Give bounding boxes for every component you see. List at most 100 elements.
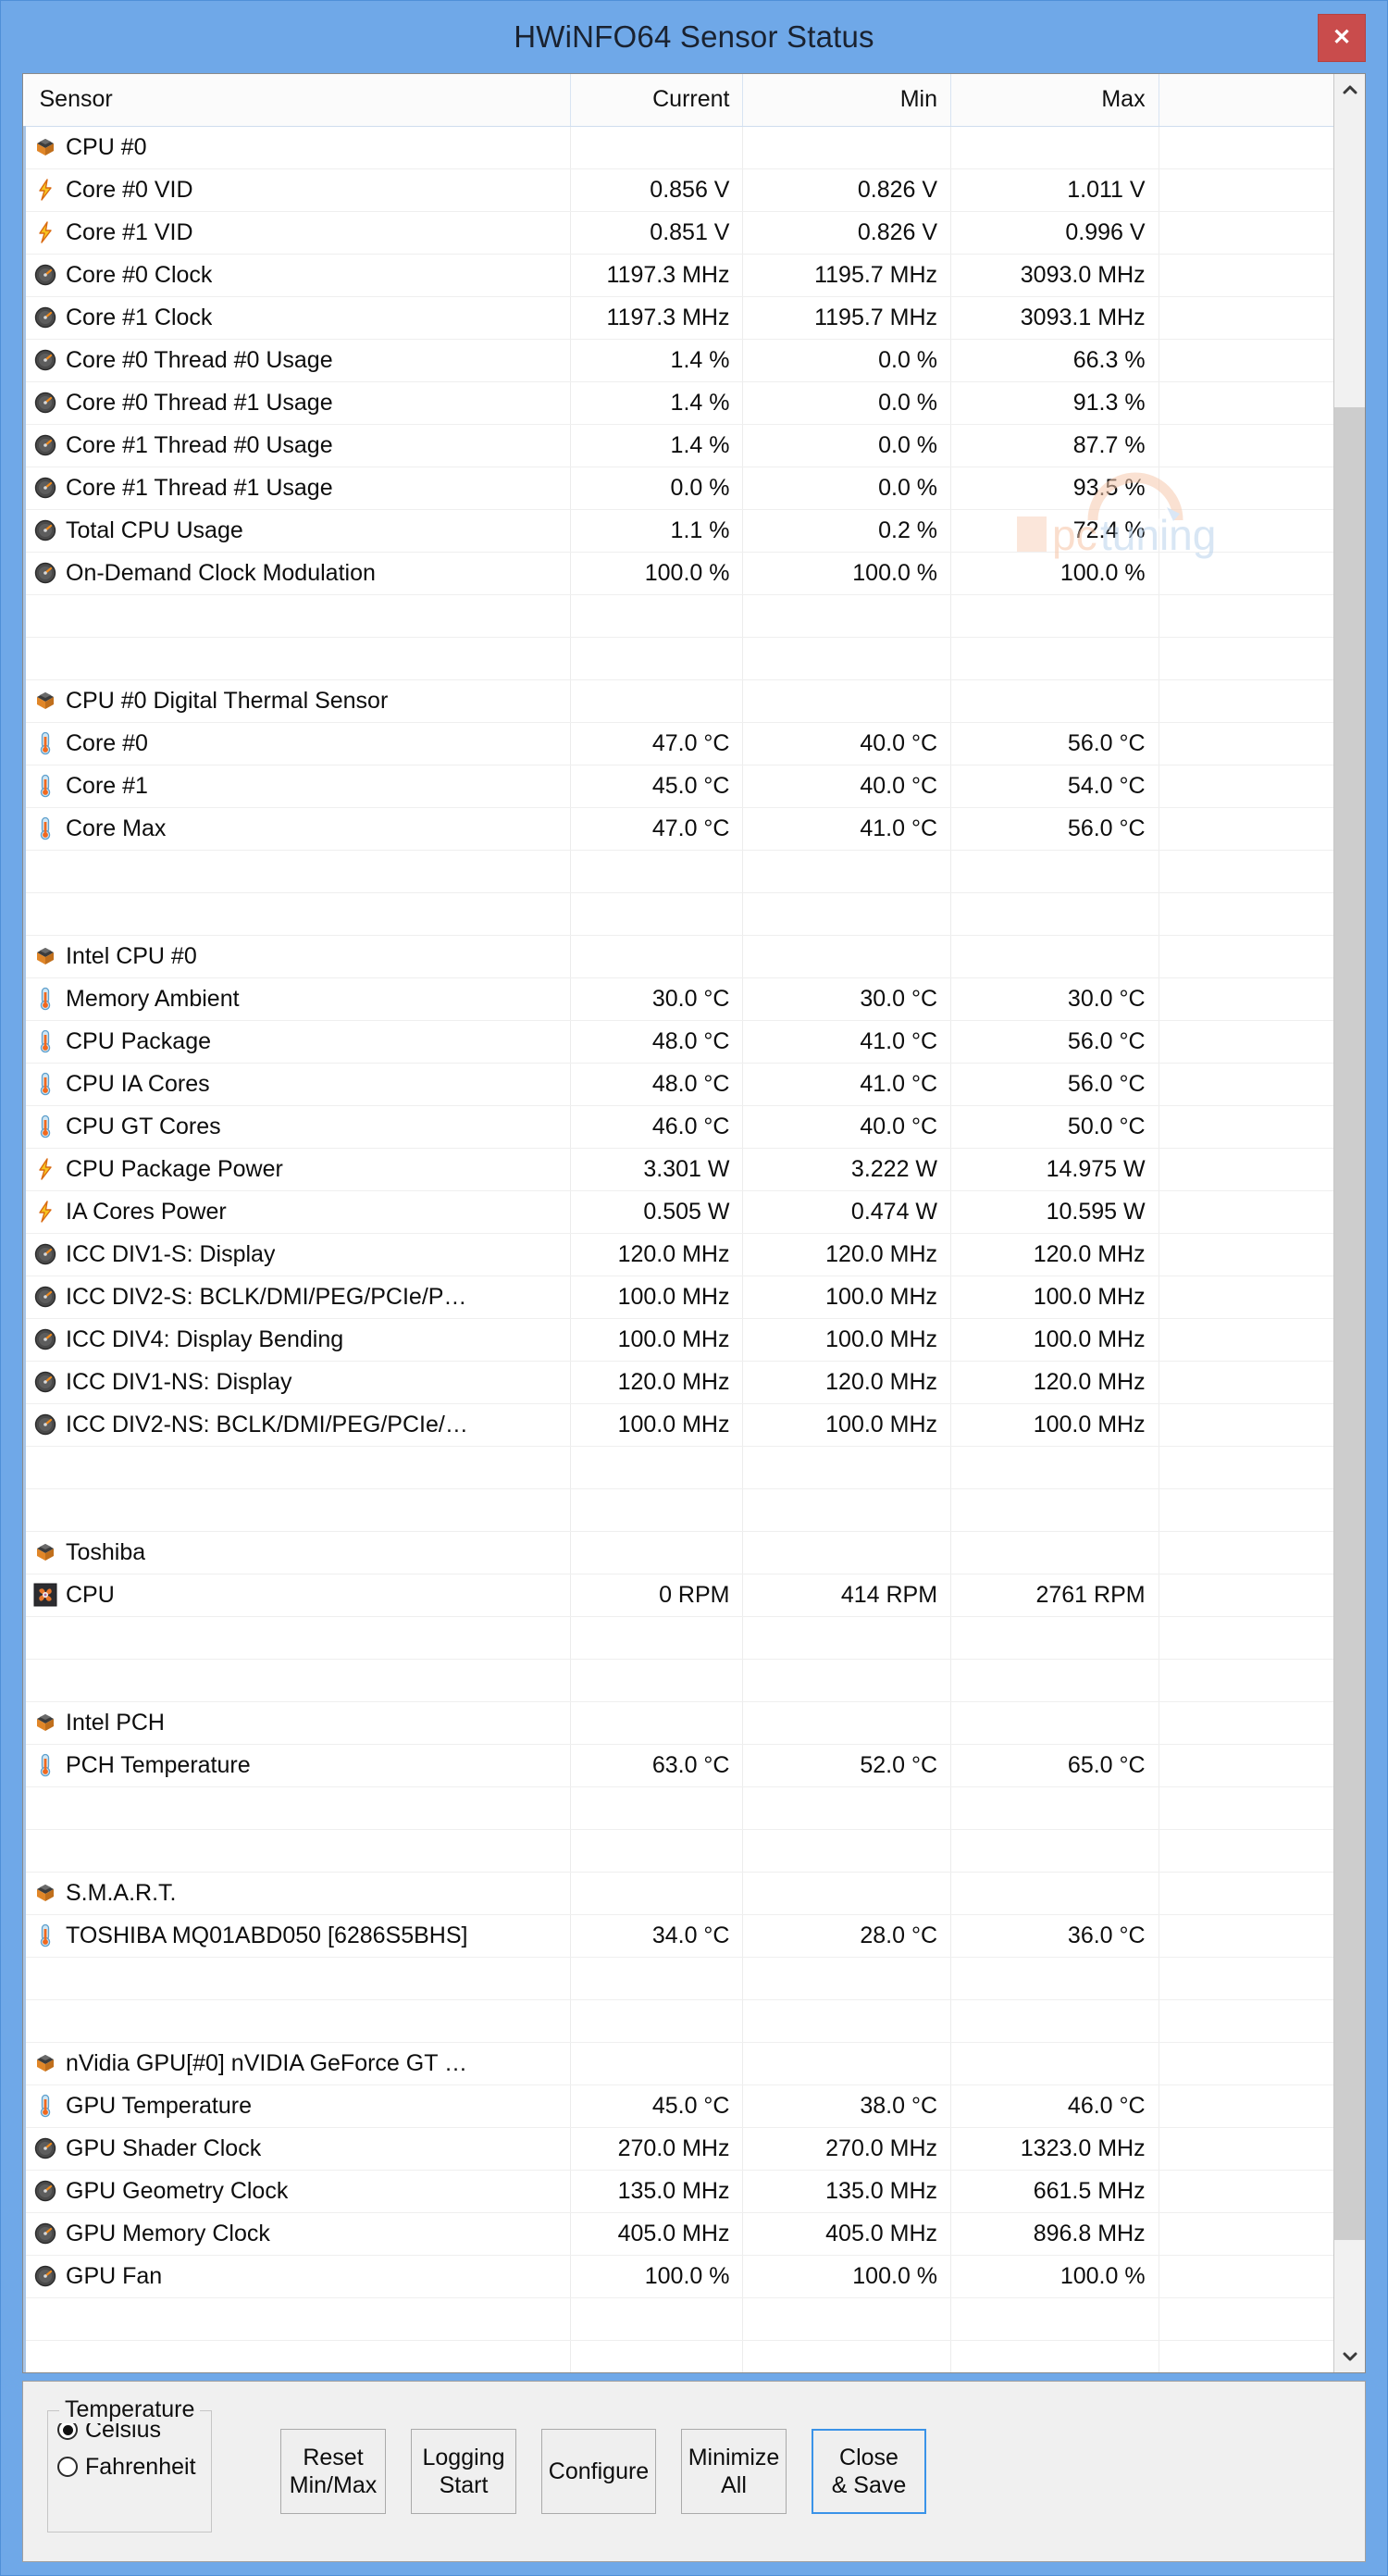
sensor-row[interactable]: ICC DIV2-NS: BCLK/DMI/PEG/PCIe/… 100.0 MH… [23, 1403, 1333, 1447]
scrollbar-track[interactable] [1334, 106, 1365, 2341]
sensor-row[interactable]: CPU Package 48.0 °C 41.0 °C 56.0 °C [23, 1020, 1333, 1064]
close-window-button[interactable]: ✕ [1318, 14, 1366, 62]
sensor-row[interactable]: ICC DIV1-S: Display 120.0 MHz 120.0 MHz 120… [23, 1233, 1333, 1276]
sensor-min-cell [742, 2297, 952, 2341]
sensor-row[interactable]: ICC DIV4: Display Bending 100.0 MHz 100.0 … [23, 1318, 1333, 1362]
sensor-table: Sensor Current Min Max CPU #0 Core #0 VID… [23, 74, 1333, 2372]
sensor-row[interactable]: GPU Memory Clock 405.0 MHz 405.0 MHz 896.8 … [23, 2212, 1333, 2256]
sensor-min-cell: 3.222 W [742, 1148, 952, 1191]
sensor-row[interactable]: Core #1 45.0 °C 40.0 °C 54.0 °C [23, 765, 1333, 808]
sensor-row[interactable]: Core #1 VID 0.851 V 0.826 V 0.996 V [23, 211, 1333, 255]
sensor-pad-cell [1159, 424, 1333, 467]
vertical-scrollbar[interactable] [1333, 74, 1365, 2372]
reset-button[interactable]: Reset Min/Max [280, 2429, 386, 2514]
sensor-max-cell [950, 1659, 1159, 1702]
minimize-button[interactable]: Minimize All [681, 2429, 787, 2514]
sensor-group-row[interactable]: CPU #0 [23, 126, 1333, 169]
scrollbar-thumb[interactable] [1334, 407, 1365, 2241]
gauge-icon [34, 1286, 56, 1308]
sensor-label: CPU GT Cores [66, 1113, 221, 1139]
sensor-current-cell: 100.0 MHz [570, 1318, 744, 1362]
close-button[interactable]: Close & Save [812, 2429, 926, 2514]
sensor-row[interactable]: GPU Temperature 45.0 °C 38.0 °C 46.0 °C [23, 2084, 1333, 2128]
sensor-max-cell [950, 594, 1159, 638]
sensor-pad-cell [1159, 1574, 1333, 1617]
sensor-label: Core #0 Thread #0 Usage [66, 346, 333, 373]
sensor-pad-cell [1159, 850, 1333, 893]
cpu-chip-icon [37, 2055, 54, 2072]
sensor-row[interactable]: GPU Shader Clock 270.0 MHz 270.0 MHz 1323.0… [23, 2127, 1333, 2171]
sensor-pad-cell [1159, 1872, 1333, 1915]
scroll-down-button[interactable] [1334, 2341, 1365, 2372]
configure-button[interactable]: Configure [541, 2429, 656, 2514]
sensor-row[interactable]: Core #0 Clock 1197.3 MHz 1195.7 MHz 3093.0 … [23, 254, 1333, 297]
sensor-row[interactable]: On-Demand Clock Modulation 100.0 % 100.0 %… [23, 552, 1333, 595]
sensor-name-cell: CPU Package [23, 1020, 571, 1064]
column-header-max[interactable]: Max [950, 74, 1159, 127]
sensor-row[interactable]: CPU IA Cores 48.0 °C 41.0 °C 56.0 °C [23, 1063, 1333, 1106]
sensor-row[interactable]: Total CPU Usage 1.1 % 0.2 % 72.4 % [23, 509, 1333, 553]
table-spacer-row [23, 2340, 1333, 2372]
sensor-row[interactable]: PCH Temperature 63.0 °C 52.0 °C 65.0 °C [23, 1744, 1333, 1787]
sensor-current-cell [570, 1829, 744, 1873]
sensor-row[interactable]: Core Max 47.0 °C 41.0 °C 56.0 °C [23, 807, 1333, 851]
gauge-icon [34, 562, 56, 584]
sensor-group-row[interactable]: CPU #0 Digital Thermal Sensor [23, 679, 1333, 723]
sensor-row[interactable]: TOSHIBA MQ01ABD050 [6286S5BHS] 34.0 °C 28.… [23, 1914, 1333, 1958]
logging-button[interactable]: Logging Start [411, 2429, 516, 2514]
sensor-max-cell [950, 2042, 1159, 2085]
sensor-group-row[interactable]: Intel CPU #0 [23, 935, 1333, 978]
sensor-current-cell: 405.0 MHz [570, 2212, 744, 2256]
sensor-row[interactable]: Core #0 Thread #0 Usage 1.4 % 0.0 % 66.3 % [23, 339, 1333, 382]
sensor-group-row[interactable]: Toshiba [23, 1531, 1333, 1574]
sensor-group-row[interactable]: Intel PCH [23, 1701, 1333, 1745]
sensor-name-cell: Intel CPU #0 [23, 935, 571, 978]
sensor-current-cell: 63.0 °C [570, 1744, 744, 1787]
sensor-max-cell: 2761 RPM [950, 1574, 1159, 1617]
sensor-group-row[interactable]: nVidia GPU[#0] nVIDIA GeForce GT … [23, 2042, 1333, 2085]
sensor-name-cell: Core #0 Thread #0 Usage [23, 339, 571, 382]
sensor-row[interactable]: IA Cores Power 0.505 W 0.474 W 10.595 W [23, 1190, 1333, 1234]
sensor-pad-cell [1159, 1659, 1333, 1702]
sensor-pad-cell [1159, 2170, 1333, 2213]
sensor-row[interactable]: GPU Fan 100.0 % 100.0 % 100.0 % [23, 2255, 1333, 2298]
column-header-sensor[interactable]: Sensor [24, 74, 571, 127]
sensor-row[interactable]: Core #1 Thread #0 Usage 1.4 % 0.0 % 87.7 % [23, 424, 1333, 467]
sensor-grid-wrapper: Sensor Current Min Max CPU #0 Core #0 VID… [23, 74, 1333, 2372]
sensor-current-cell: 47.0 °C [570, 722, 744, 765]
sensor-current-cell: 120.0 MHz [570, 1233, 744, 1276]
sensor-label: S.M.A.R.T. [66, 1879, 177, 1906]
sensor-row[interactable]: Core #1 Clock 1197.3 MHz 1195.7 MHz 3093.1 … [23, 296, 1333, 340]
radio-fahrenheit[interactable]: Fahrenheit [48, 2448, 211, 2485]
sensor-row[interactable]: CPU GT Cores 46.0 °C 40.0 °C 50.0 °C [23, 1105, 1333, 1149]
sensor-pad-cell [1159, 2212, 1333, 2256]
sensor-max-cell: 93.5 % [950, 467, 1159, 510]
sensor-row[interactable]: CPU Package Power 3.301 W 3.222 W 14.975 W [23, 1148, 1333, 1191]
sensor-pad-cell [1159, 2042, 1333, 2085]
gauge-icon [34, 2137, 56, 2159]
sensor-row[interactable]: Core #1 Thread #1 Usage 0.0 % 0.0 % 93.5 % [23, 467, 1333, 510]
sensor-name-cell: CPU Package Power [23, 1148, 571, 1191]
sensor-row[interactable]: CPU 0 RPM 414 RPM 2761 RPM [23, 1574, 1333, 1617]
sensor-row[interactable]: ICC DIV2-S: BCLK/DMI/PEG/PCIe/P… 100.0 MH… [23, 1276, 1333, 1319]
sensor-row[interactable]: ICC DIV1-NS: Display 120.0 MHz 120.0 MHz 12… [23, 1361, 1333, 1404]
scroll-up-button[interactable] [1334, 74, 1365, 106]
sensor-group-row[interactable]: S.M.A.R.T. [23, 1872, 1333, 1915]
sensor-max-cell [950, 1786, 1159, 1830]
sensor-row[interactable]: Core #0 47.0 °C 40.0 °C 56.0 °C [23, 722, 1333, 765]
sensor-name-cell: ICC DIV1-S: Display [23, 1233, 571, 1276]
sensor-table-body: CPU #0 Core #0 VID 0.856 V 0.826 V 1.011 V Co… [23, 126, 1333, 2372]
column-header-current[interactable]: Current [570, 74, 744, 127]
column-header-min[interactable]: Min [742, 74, 952, 127]
sensor-row[interactable]: Core #0 Thread #1 Usage 1.4 % 0.0 % 91.3 % [23, 381, 1333, 425]
sensor-row[interactable]: GPU Geometry Clock 135.0 MHz 135.0 MHz 661.… [23, 2170, 1333, 2213]
sensor-min-cell: 0.826 V [742, 168, 952, 212]
sensor-name-cell: Core #1 Thread #0 Usage [23, 424, 571, 467]
sensor-row[interactable]: Core #0 VID 0.856 V 0.826 V 1.011 V [23, 168, 1333, 212]
sensor-row[interactable]: Memory Ambient 30.0 °C 30.0 °C 30.0 °C [23, 977, 1333, 1021]
sensor-max-cell: 54.0 °C [950, 765, 1159, 808]
sensor-current-cell: 45.0 °C [570, 2084, 744, 2128]
sensor-max-cell: 100.0 MHz [950, 1403, 1159, 1447]
sensor-max-cell: 3093.0 MHz [950, 254, 1159, 297]
sensor-max-cell: 46.0 °C [950, 2084, 1159, 2128]
